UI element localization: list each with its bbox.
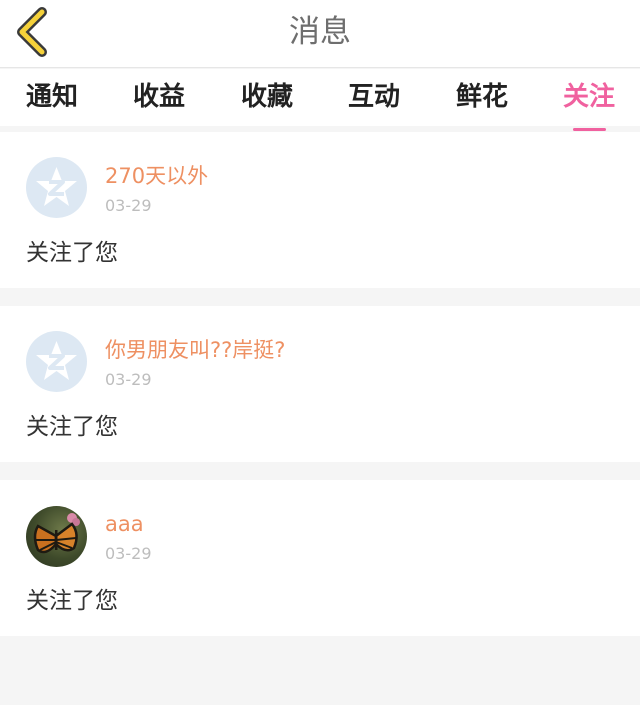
tab-follows-label: 关注 <box>563 82 616 112</box>
tab-favorites[interactable]: 收藏 <box>241 79 293 115</box>
tab-earnings[interactable]: 收益 <box>133 79 185 115</box>
qq-zone-icon <box>36 341 77 380</box>
username-link[interactable]: aaa <box>105 510 144 538</box>
avatar[interactable] <box>26 506 87 567</box>
username-link[interactable]: 270天以外 <box>105 162 208 190</box>
avatar[interactable] <box>26 331 87 392</box>
follow-item: 你男朋友叫??岸挺? 03-29 关注了您 <box>0 306 640 462</box>
follow-item: aaa 03-29 关注了您 <box>0 480 640 636</box>
activity-text: 关注了您 <box>26 588 118 614</box>
timestamp: 03-29 <box>105 196 152 215</box>
avatar[interactable] <box>26 157 87 218</box>
page-title: 消息 <box>289 14 351 50</box>
activity-text: 关注了您 <box>26 414 118 440</box>
follow-item: 270天以外 03-29 关注了您 <box>0 132 640 288</box>
top-bar: 消息 <box>0 0 640 68</box>
active-tab-indicator <box>573 128 606 131</box>
tab-bar: 通知 收益 收藏 互动 鲜花 关注 <box>0 69 640 131</box>
tab-flowers[interactable]: 鲜花 <box>456 79 508 115</box>
timestamp: 03-29 <box>105 370 152 389</box>
timestamp: 03-29 <box>105 544 152 563</box>
username-link[interactable]: 你男朋友叫??岸挺? <box>105 336 285 364</box>
tab-interactions[interactable]: 互动 <box>348 79 400 115</box>
activity-text: 关注了您 <box>26 240 118 266</box>
tab-notifications[interactable]: 通知 <box>26 79 78 115</box>
qq-zone-icon <box>36 167 77 206</box>
butterfly-icon <box>33 513 80 554</box>
tab-follows[interactable]: 关注 <box>563 79 616 131</box>
